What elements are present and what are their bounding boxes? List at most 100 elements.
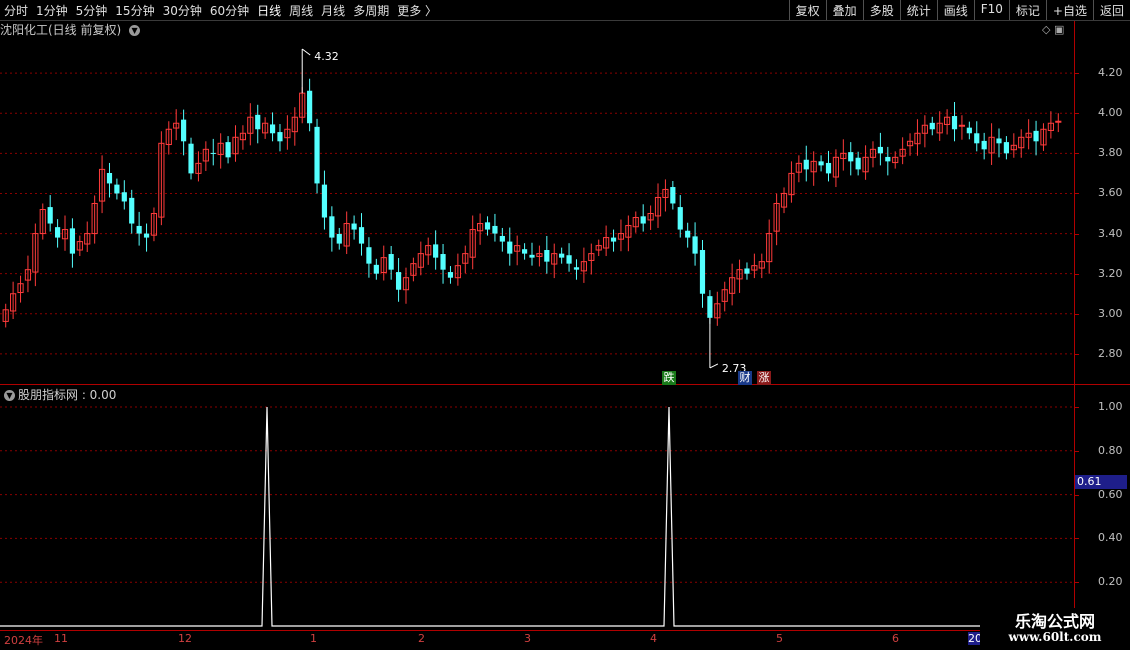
indicator-tick-label: 0.20 bbox=[1098, 575, 1123, 589]
event-badge[interactable]: 跌 bbox=[662, 371, 676, 385]
toolbar-button[interactable]: +自选 bbox=[1045, 0, 1093, 20]
event-badge[interactable]: 涨 bbox=[757, 371, 771, 385]
watermark-url: www.60lt.com bbox=[1008, 630, 1102, 644]
candle-body bbox=[529, 254, 535, 258]
candle-body bbox=[129, 197, 135, 224]
toolbar-button[interactable]: 画线 bbox=[936, 0, 974, 20]
candle-body bbox=[484, 222, 491, 230]
candle-body bbox=[136, 225, 142, 234]
candle-body bbox=[818, 161, 824, 166]
candle-body bbox=[314, 126, 320, 184]
toolbar-button[interactable]: F10 bbox=[973, 0, 1009, 20]
price-tick-mark bbox=[1075, 273, 1079, 275]
candle-body bbox=[544, 250, 550, 262]
candle-body bbox=[492, 225, 498, 234]
period-tab[interactable]: 5分钟 bbox=[76, 4, 108, 18]
period-tabs: 分时 1分钟 5分钟 15分钟 30分钟 60分钟 日线 周线 月线 多周期 更多 〉 bbox=[4, 2, 445, 19]
date-label: 5 bbox=[776, 632, 783, 645]
candle-body bbox=[699, 250, 706, 294]
candlestick-chart[interactable]: 4.322.73 bbox=[0, 37, 1074, 384]
candle-body bbox=[210, 152, 216, 154]
diamond-icon[interactable]: ◇ bbox=[1042, 23, 1050, 36]
period-tab[interactable]: 多周期 bbox=[353, 4, 389, 18]
candle-body bbox=[106, 172, 113, 184]
candle-body bbox=[47, 207, 53, 224]
candle-body bbox=[366, 247, 372, 264]
candle-body bbox=[566, 255, 572, 264]
toolbar-buttons: 复权 叠加 多股 统计 画线 F10 标记 +自选 返回 bbox=[788, 0, 1130, 20]
candle-body bbox=[685, 230, 691, 238]
candle-body bbox=[269, 124, 276, 134]
toolbar-button[interactable]: 复权 bbox=[788, 0, 826, 20]
period-tab[interactable]: 30分钟 bbox=[163, 4, 202, 18]
candle-body bbox=[670, 187, 676, 204]
candle-body bbox=[951, 116, 958, 130]
candle-body bbox=[181, 119, 187, 142]
price-tick-label: 3.60 bbox=[1098, 186, 1123, 200]
chart-title-row: 沈阳化工(日线 前复权) ▼ bbox=[0, 21, 141, 37]
candle-body bbox=[395, 272, 402, 290]
layout-icon[interactable]: ▣ bbox=[1054, 23, 1064, 36]
candle-body bbox=[188, 143, 194, 174]
candle-body bbox=[225, 142, 231, 158]
candle-body bbox=[277, 132, 283, 142]
period-toolbar: 分时 1分钟 5分钟 15分钟 30分钟 60分钟 日线 周线 月线 多周期 更多 〉 复权 叠加 多股… bbox=[0, 0, 1130, 21]
period-tab[interactable]: 1分钟 bbox=[36, 4, 68, 18]
price-tick-mark bbox=[1075, 113, 1079, 115]
price-tick-label: 3.00 bbox=[1098, 306, 1123, 320]
price-tick-mark bbox=[1075, 153, 1079, 155]
period-tab[interactable]: 15分钟 bbox=[115, 4, 154, 18]
period-tab[interactable]: 月线 bbox=[321, 4, 345, 18]
candle-body bbox=[707, 296, 713, 318]
candle-body bbox=[307, 90, 313, 124]
max-label: 4.32 bbox=[314, 50, 339, 63]
period-tab[interactable]: 分时 bbox=[4, 4, 28, 18]
candle-body bbox=[744, 268, 750, 274]
date-label: 1 bbox=[310, 632, 317, 645]
price-tick-mark bbox=[1075, 353, 1079, 355]
event-badge[interactable]: 财 bbox=[738, 371, 752, 385]
candle-body bbox=[499, 235, 505, 242]
toolbar-button[interactable]: 统计 bbox=[899, 0, 937, 20]
candle-body bbox=[521, 249, 528, 254]
candle-body bbox=[321, 184, 328, 218]
period-tab[interactable]: 周线 bbox=[289, 4, 313, 18]
indicator-tick-label: 0.40 bbox=[1098, 531, 1123, 545]
toolbar-button[interactable]: 返回 bbox=[1092, 0, 1130, 20]
candle-body bbox=[358, 227, 365, 244]
candle-body bbox=[966, 127, 972, 134]
candle-body bbox=[447, 272, 454, 278]
toolbar-button[interactable]: 叠加 bbox=[825, 0, 863, 20]
period-tab[interactable]: 更多 〉 bbox=[397, 4, 437, 18]
price-tick-mark bbox=[1075, 193, 1079, 195]
candle-body bbox=[373, 264, 379, 274]
candle-body bbox=[610, 237, 617, 242]
candle-body bbox=[143, 233, 150, 238]
price-tick-label: 3.40 bbox=[1098, 226, 1123, 240]
candle-body bbox=[55, 227, 61, 238]
watermark: 乐淘公式网 www.60lt.com bbox=[980, 608, 1130, 650]
period-tab[interactable]: 60分钟 bbox=[210, 4, 249, 18]
price-tick-label: 3.20 bbox=[1098, 266, 1123, 280]
date-label: 12 bbox=[178, 632, 192, 645]
candle-body bbox=[877, 146, 883, 154]
panel-icons: ◇ ▣ bbox=[1042, 23, 1064, 36]
indicator-tick-mark bbox=[1075, 538, 1079, 540]
toolbar-button[interactable]: 标记 bbox=[1008, 0, 1046, 20]
candle-body bbox=[69, 228, 76, 254]
price-tick-mark bbox=[1075, 73, 1079, 75]
candle-body bbox=[677, 207, 683, 230]
candle-body bbox=[388, 254, 394, 270]
date-axis: 2024年 11 12 1 2 3 4 5 6 20 bbox=[0, 631, 1074, 650]
candle-body bbox=[958, 124, 966, 127]
candle-body bbox=[974, 133, 980, 144]
chevron-down-icon[interactable]: ▼ bbox=[129, 25, 141, 36]
toolbar-button[interactable]: 多股 bbox=[862, 0, 900, 20]
candle-body bbox=[692, 236, 698, 254]
period-tab[interactable]: 日线 bbox=[257, 4, 281, 18]
candle-body bbox=[573, 267, 580, 270]
candle-body bbox=[1055, 120, 1062, 123]
date-label: 2 bbox=[418, 632, 425, 645]
indicator-chart[interactable] bbox=[0, 385, 1074, 630]
candle-body bbox=[329, 216, 335, 238]
